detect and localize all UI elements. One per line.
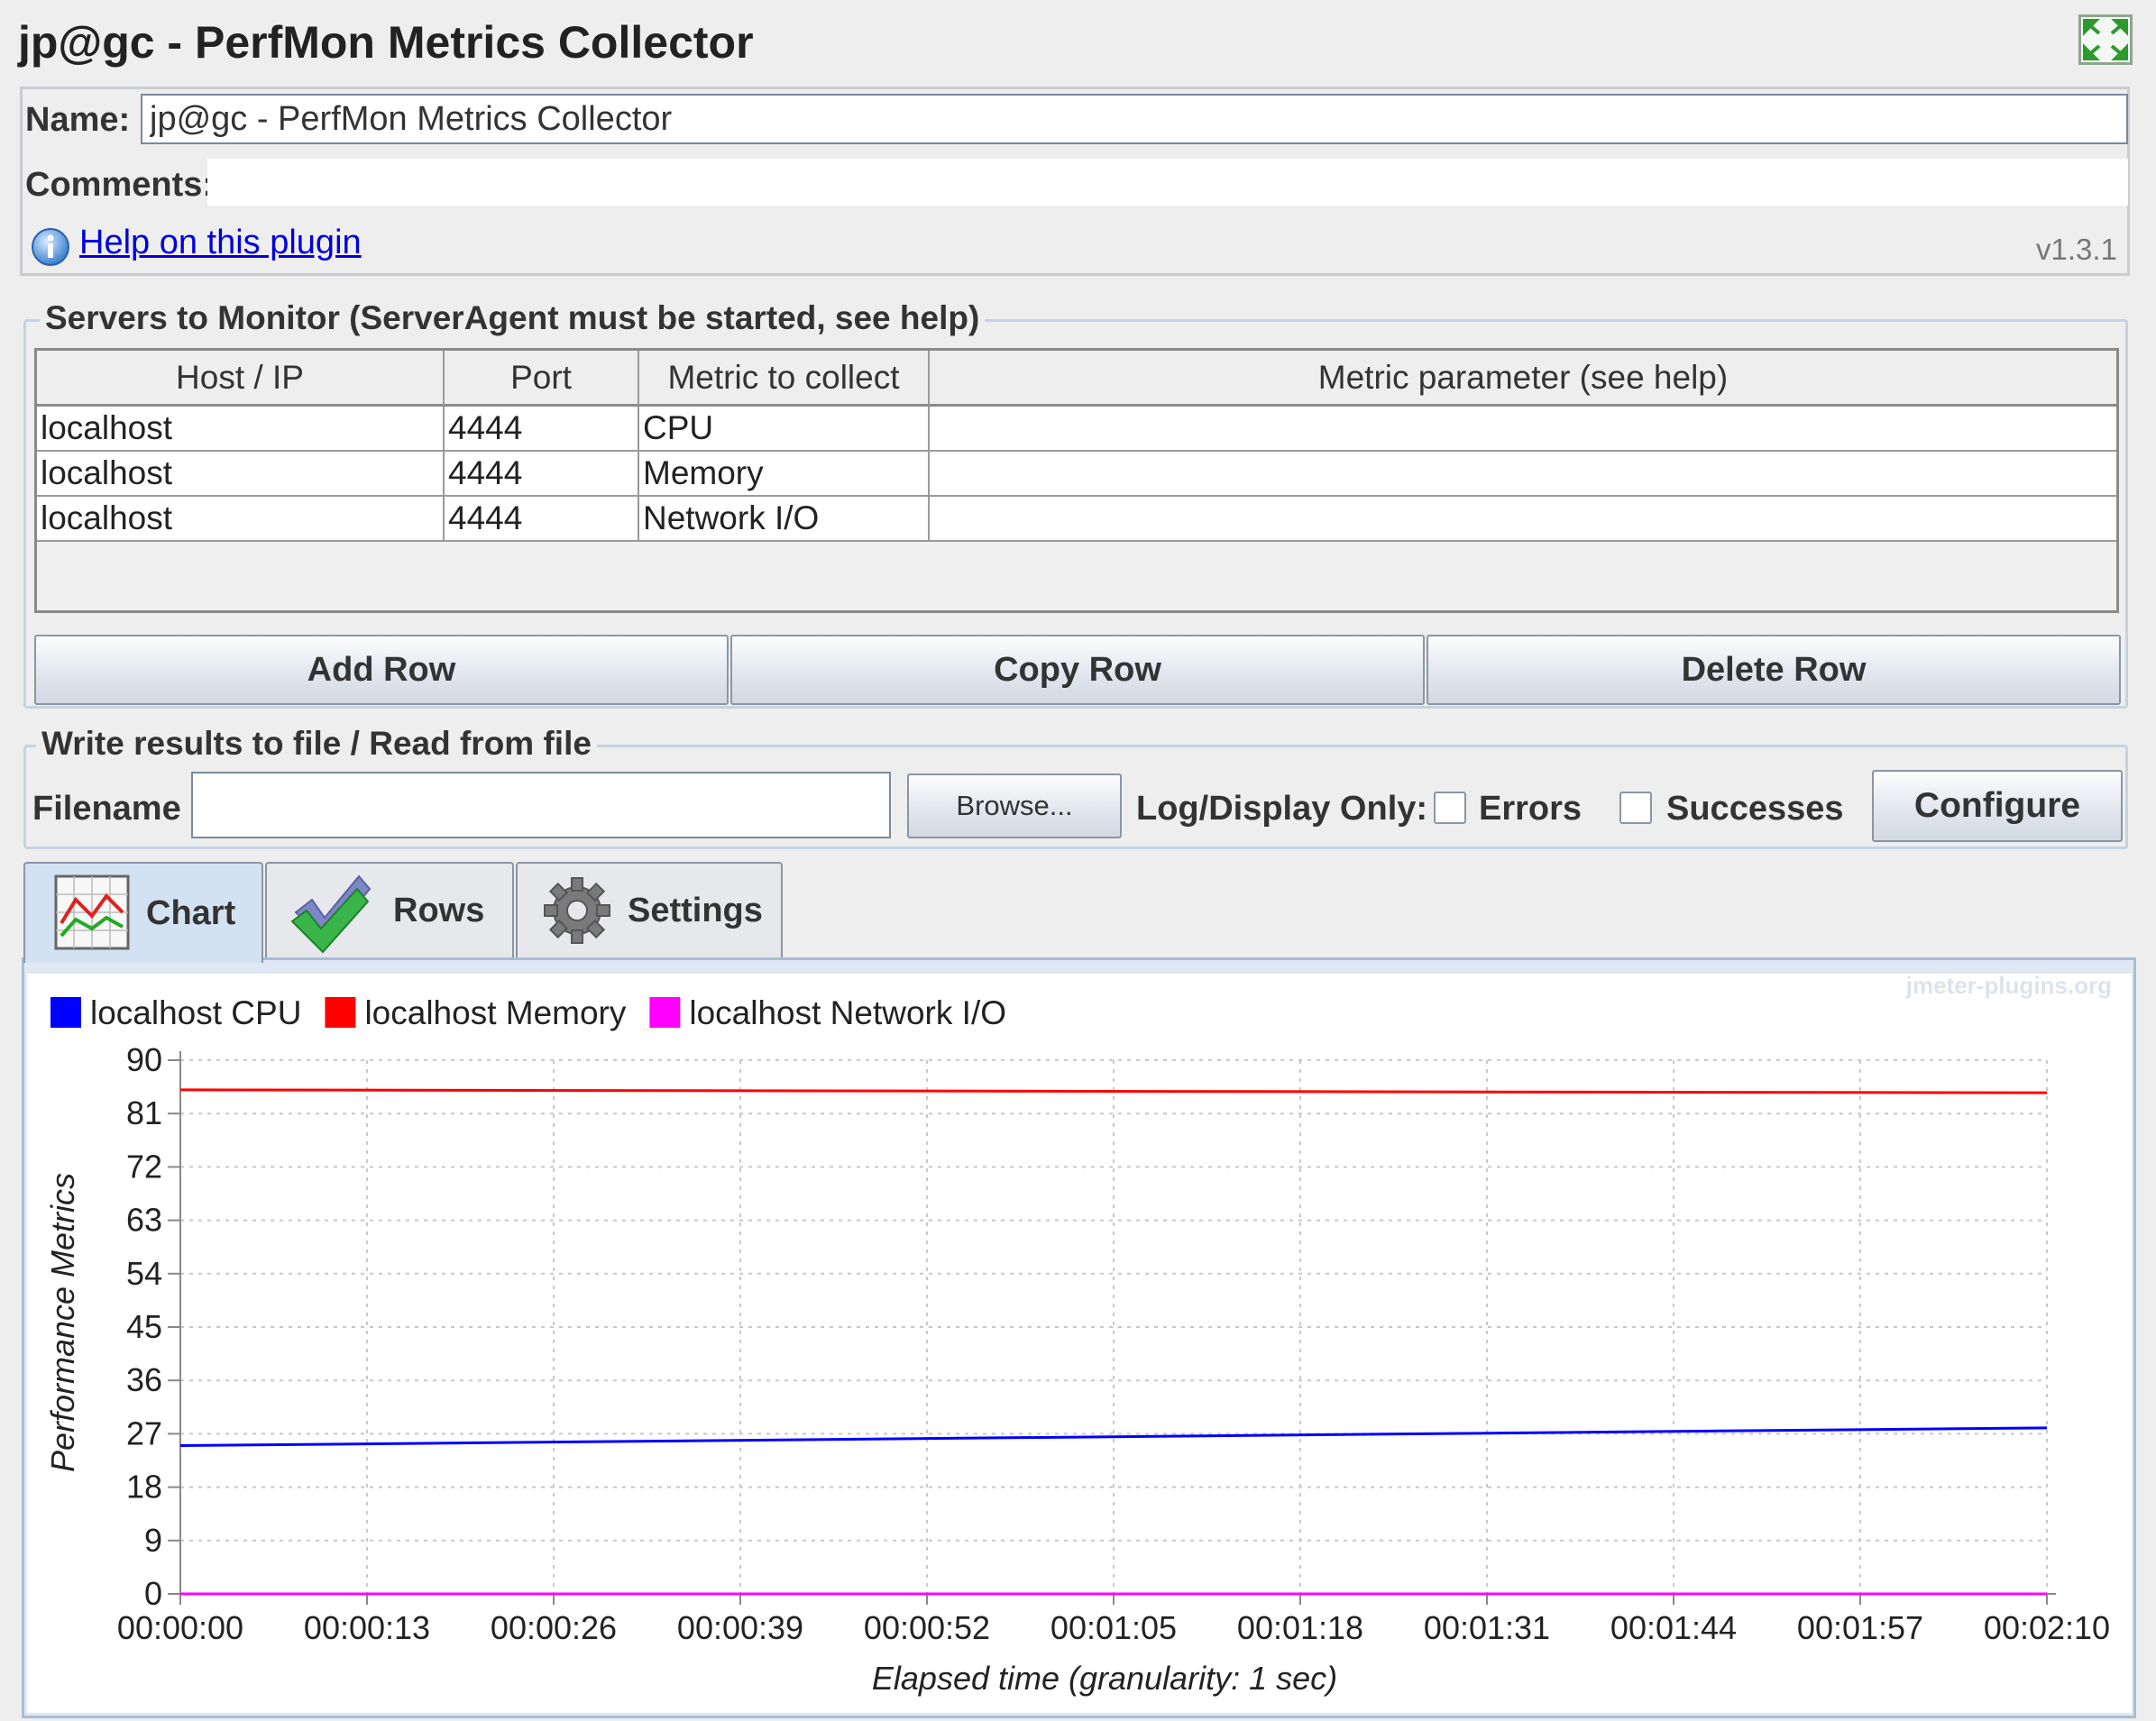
x-tick-label: 00:01:31 <box>1424 1609 1550 1646</box>
x-tick-label: 00:00:13 <box>304 1609 430 1646</box>
tab-chart[interactable]: Chart <box>23 862 263 963</box>
x-tick-label: 00:01:44 <box>1610 1609 1737 1646</box>
performance-chart: jmeter-plugins.org localhost CPU localhos… <box>44 974 2112 1697</box>
browse-button[interactable]: Browse... <box>907 774 1122 838</box>
x-tick-label: 00:00:26 <box>491 1609 617 1646</box>
port-cell[interactable]: 4444 <box>445 407 639 450</box>
gear-icon <box>541 874 620 954</box>
successes-checkbox[interactable] <box>1619 792 1652 824</box>
window-title: jp@gc - PerfMon Metrics Collector <box>18 17 754 68</box>
y-tick-label: 18 <box>126 1469 162 1506</box>
chart-icon <box>52 873 132 952</box>
configure-button[interactable]: Configure <box>1872 770 2123 842</box>
info-icon <box>31 227 70 267</box>
legend-swatch <box>649 997 681 1028</box>
checkmark-icon <box>287 869 372 954</box>
y-tick-label: 54 <box>126 1255 162 1292</box>
comments-field[interactable] <box>207 159 2128 206</box>
tab-settings-label: Settings <box>628 891 763 929</box>
host-cell[interactable]: localhost <box>37 407 445 450</box>
table-row[interactable]: localhost 4444 Network I/O <box>37 497 2116 542</box>
legend-swatch <box>325 997 356 1028</box>
comments-label: Comments: <box>25 166 215 204</box>
chart-legend: localhost CPU localhost Memory localhost N… <box>50 994 1006 1031</box>
y-tick-label: 36 <box>126 1361 162 1398</box>
name-label: Name: <box>25 101 131 139</box>
table-row[interactable]: localhost 4444 CPU <box>37 407 2116 452</box>
x-tick-label: 00:02:10 <box>1984 1609 2110 1646</box>
help-link[interactable]: Help on this plugin <box>79 224 362 262</box>
column-header-port[interactable]: Port <box>445 351 639 407</box>
chart-grid <box>179 1059 2048 1595</box>
file-group-title: Write results to file / Read from file <box>36 725 597 763</box>
chart-watermark: jmeter-plugins.org <box>1905 974 2112 999</box>
successes-label[interactable]: Successes <box>1666 790 1844 828</box>
host-cell[interactable]: localhost <box>37 497 445 540</box>
y-tick-label: 63 <box>126 1202 162 1239</box>
x-tick-label: 00:00:39 <box>677 1609 803 1646</box>
legend-label: localhost Memory <box>364 994 626 1031</box>
tab-rows[interactable]: Rows <box>265 862 514 957</box>
y-tick-label: 81 <box>126 1094 162 1131</box>
host-cell[interactable]: localhost <box>37 452 445 495</box>
legend-label: localhost Network I/O <box>689 994 1006 1031</box>
errors-checkbox[interactable] <box>1434 792 1466 824</box>
tab-settings[interactable]: Settings <box>516 862 783 957</box>
servers-table[interactable]: Host / IP Port Metric to collect Metric … <box>34 348 2119 613</box>
errors-label[interactable]: Errors <box>1479 790 1582 828</box>
y-tick-label: 90 <box>126 1041 162 1078</box>
copy-row-button[interactable]: Copy Row <box>730 635 1425 705</box>
metric-cell[interactable]: Memory <box>639 452 930 495</box>
x-axis-label: Elapsed time (granularity: 1 sec) <box>872 1660 1337 1697</box>
x-tick-label: 00:01:57 <box>1797 1609 1923 1646</box>
x-tick-label: 00:00:52 <box>864 1609 990 1646</box>
metric-cell[interactable]: Network I/O <box>639 497 930 540</box>
column-header-parameter[interactable]: Metric parameter (see help) <box>930 351 2116 407</box>
add-row-button[interactable]: Add Row <box>34 635 729 705</box>
maximize-icon[interactable] <box>2078 14 2133 65</box>
x-tick-label: 00:01:18 <box>1237 1609 1363 1646</box>
y-tick-label: 45 <box>126 1308 162 1345</box>
delete-row-button[interactable]: Delete Row <box>1427 635 2121 705</box>
tab-chart-label: Chart <box>146 893 236 932</box>
tab-rows-label: Rows <box>393 891 485 929</box>
x-tick-label: 00:01:05 <box>1050 1609 1177 1646</box>
y-tick-label: 0 <box>144 1575 162 1612</box>
log-display-label: Log/Display Only: <box>1136 790 1428 828</box>
x-tick-label: 00:00:00 <box>117 1609 243 1646</box>
metric-cell[interactable]: CPU <box>639 407 930 450</box>
column-header-metric[interactable]: Metric to collect <box>639 351 930 407</box>
servers-group-title: Servers to Monitor (ServerAgent must be … <box>40 299 986 337</box>
port-cell[interactable]: 4444 <box>445 452 639 495</box>
version-label: v1.3.1 <box>2036 233 2117 266</box>
table-row[interactable]: localhost 4444 Memory <box>37 452 2116 497</box>
parameter-cell[interactable] <box>930 452 2116 495</box>
parameter-cell[interactable] <box>930 497 2116 540</box>
name-field[interactable] <box>141 94 2128 144</box>
filename-field[interactable] <box>191 772 891 838</box>
filename-label: Filename <box>32 790 181 828</box>
y-tick-label: 72 <box>126 1148 162 1185</box>
y-axis-label: Performance Metrics <box>44 1173 81 1472</box>
column-header-host[interactable]: Host / IP <box>37 351 445 407</box>
legend-swatch <box>50 997 81 1028</box>
chart-axes: 0 9 18 27 36 45 54 63 72 81 90 00:00:00 00:00:13 00:0… <box>117 1041 2110 1646</box>
y-tick-label: 9 <box>144 1522 162 1559</box>
y-tick-label: 27 <box>126 1414 162 1451</box>
legend-label: localhost CPU <box>90 994 301 1031</box>
parameter-cell[interactable] <box>930 407 2116 450</box>
port-cell[interactable]: 4444 <box>445 497 639 540</box>
series-line <box>179 1088 2048 1094</box>
